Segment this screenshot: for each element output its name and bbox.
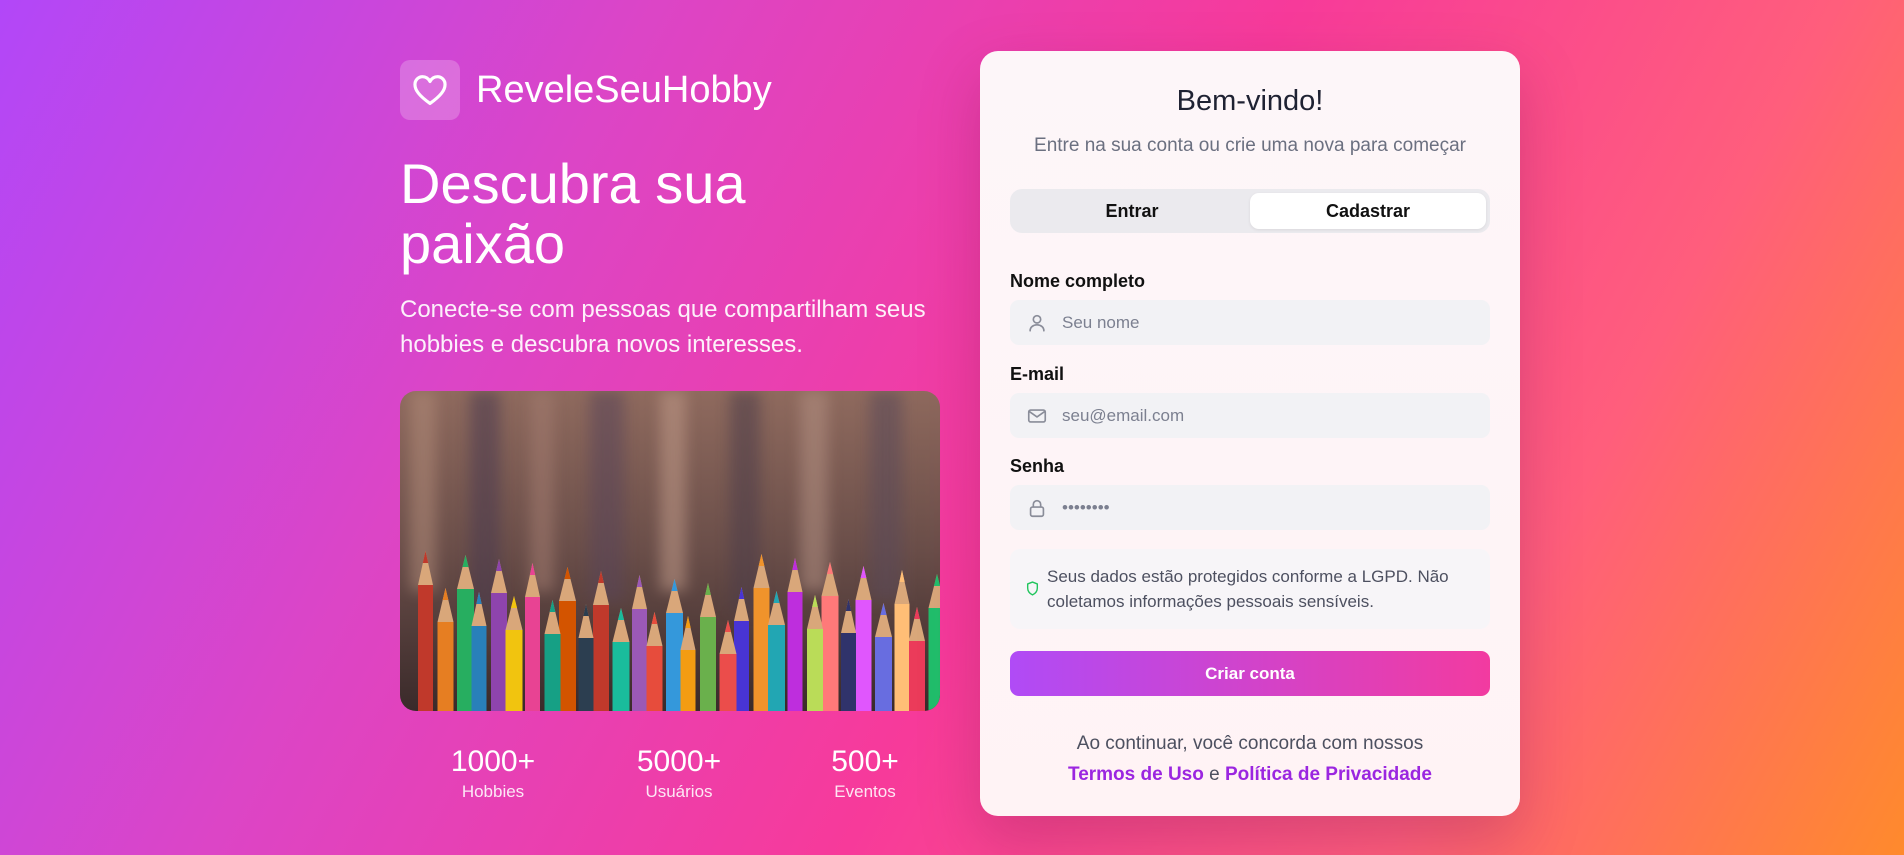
stat-label: Eventos — [834, 782, 896, 801]
auth-tabs: Entrar Cadastrar — [1010, 189, 1490, 233]
privacy-notice: Seus dados estão protegidos conforme a L… — [1010, 549, 1490, 629]
stat-events: 500+ Eventos — [772, 744, 958, 802]
password-field[interactable] — [1010, 485, 1490, 530]
name-input[interactable] — [1062, 300, 1472, 345]
auth-subtitle: Entre na sua conta ou crie uma nova para… — [1034, 135, 1466, 156]
stat-value: 5000+ — [636, 745, 722, 778]
name-field[interactable] — [1010, 300, 1490, 345]
heart-icon — [413, 75, 447, 106]
mail-icon — [1027, 409, 1047, 423]
privacy-notice-text: Seus dados estão protegidos conforme a L… — [1047, 567, 1449, 611]
email-field[interactable] — [1010, 393, 1490, 438]
email-input[interactable] — [1062, 393, 1472, 438]
auth-title: Bem-vindo! — [1176, 85, 1324, 117]
hero-subtitle: Conecte-se com pessoas que compartilham … — [400, 296, 926, 358]
name-label: Nome completo — [1010, 271, 1146, 291]
brand: ReveleSeuHobby — [400, 60, 940, 120]
create-account-button[interactable]: Criar conta — [1010, 651, 1490, 696]
user-icon — [1029, 314, 1045, 332]
password-input[interactable] — [1062, 485, 1472, 530]
hero-section: ReveleSeuHobby Descubra sua paixão Conec… — [400, 60, 940, 801]
lock-icon — [1029, 499, 1045, 518]
stat-value: 1000+ — [450, 745, 536, 778]
colored-pencils-image — [400, 391, 940, 711]
terms-link[interactable]: Termos de Uso — [1068, 764, 1204, 785]
hero-title: Descubra sua paixão — [400, 152, 746, 275]
brand-name: ReveleSeuHobby — [476, 68, 772, 111]
legal-conjunction: e — [1209, 764, 1220, 785]
stat-label: Hobbies — [461, 782, 525, 801]
auth-card: Bem-vindo! Entre na sua conta ou crie um… — [980, 51, 1520, 816]
stats: 1000+ Hobbies 5000+ Usuários 500+ Evento… — [400, 744, 960, 802]
logo — [400, 60, 460, 120]
legal-prefix: Ao continuar, você concorda com nossos — [1076, 733, 1424, 754]
tab-login[interactable]: Entrar — [1014, 193, 1250, 229]
shield-icon — [1026, 581, 1039, 596]
email-label: E-mail — [1010, 364, 1065, 384]
stat-hobbies: 1000+ Hobbies — [400, 744, 586, 802]
legal-text: Ao continuar, você concorda com nossos T… — [980, 728, 1520, 790]
stat-value: 500+ — [831, 745, 899, 778]
password-label: Senha — [1010, 456, 1065, 476]
stat-label: Usuários — [645, 782, 713, 801]
privacy-link[interactable]: Política de Privacidade — [1225, 764, 1432, 785]
hero-image — [400, 391, 940, 711]
stat-users: 5000+ Usuários — [586, 744, 772, 802]
tab-signup[interactable]: Cadastrar — [1250, 193, 1486, 229]
